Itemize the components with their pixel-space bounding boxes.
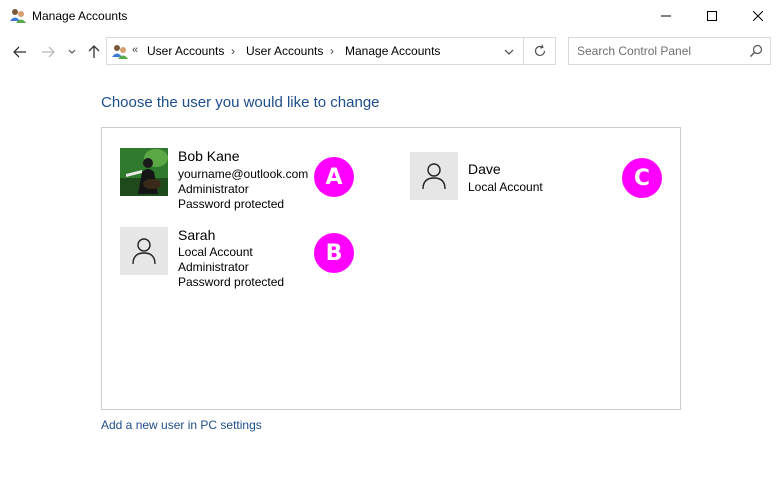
address-bar[interactable]: « User Accounts › User Accounts › Manage… xyxy=(106,37,524,65)
account-email: yourname@outlook.com xyxy=(178,167,309,181)
add-new-user-link[interactable]: Add a new user in PC settings xyxy=(101,418,262,432)
user-accounts-icon xyxy=(9,7,27,25)
avatar xyxy=(120,227,168,275)
close-icon xyxy=(753,11,763,21)
annotation-marker: B xyxy=(314,233,354,273)
maximize-button[interactable] xyxy=(689,0,735,32)
account-type: Local Account xyxy=(468,180,543,194)
avatar xyxy=(120,148,168,196)
search-icon[interactable] xyxy=(749,44,763,58)
user-photo xyxy=(120,148,168,196)
account-tile-dave[interactable]: Dave Local Account xyxy=(410,152,610,202)
account-type: Local Account xyxy=(178,245,253,259)
chevron-down-icon xyxy=(68,49,76,54)
account-name: Sarah xyxy=(178,227,216,243)
breadcrumb-overflow[interactable]: « xyxy=(132,44,138,56)
close-button[interactable] xyxy=(735,0,781,32)
minimize-icon xyxy=(661,15,671,17)
refresh-button[interactable] xyxy=(524,37,556,65)
minimize-button[interactable] xyxy=(643,0,689,32)
account-role: Administrator xyxy=(178,260,249,274)
breadcrumb-separator[interactable]: › xyxy=(330,44,334,58)
breadcrumb-item-current[interactable]: Manage Accounts xyxy=(345,44,440,58)
back-button[interactable] xyxy=(10,42,30,62)
account-password-status: Password protected xyxy=(178,275,285,289)
refresh-icon xyxy=(534,44,545,57)
breadcrumb-item[interactable]: User Accounts xyxy=(246,44,323,58)
account-name: Bob Kane xyxy=(178,148,240,164)
avatar xyxy=(410,152,458,200)
up-button[interactable] xyxy=(84,42,104,62)
arrow-left-icon xyxy=(13,46,26,58)
account-name: Dave xyxy=(468,161,501,177)
user-icon xyxy=(132,238,156,265)
maximize-icon xyxy=(707,11,717,21)
user-accounts-icon xyxy=(111,43,129,61)
account-password-status: Password protected xyxy=(178,197,285,211)
window-title: Manage Accounts xyxy=(32,9,128,23)
arrow-up-icon xyxy=(88,45,100,58)
forward-button[interactable] xyxy=(38,42,58,62)
chevron-down-icon xyxy=(504,49,514,55)
search-input[interactable] xyxy=(569,38,744,64)
breadcrumb-item[interactable]: User Accounts xyxy=(147,44,224,58)
address-dropdown-button[interactable] xyxy=(501,44,517,60)
user-icon xyxy=(422,163,446,190)
navigation-bar: « User Accounts › User Accounts › Manage… xyxy=(0,32,781,72)
title-bar: Manage Accounts xyxy=(0,0,781,32)
page-heading: Choose the user you would like to change xyxy=(101,94,380,111)
accounts-panel: Bob Kane yourname@outlook.com Administra… xyxy=(101,127,681,410)
search-box[interactable] xyxy=(568,37,771,65)
annotation-marker: C xyxy=(622,158,662,198)
account-type: Administrator xyxy=(178,182,249,196)
breadcrumb-separator[interactable]: › xyxy=(231,44,235,58)
recent-locations-button[interactable] xyxy=(62,42,82,62)
annotation-marker: A xyxy=(314,157,354,197)
arrow-right-icon xyxy=(42,46,55,58)
